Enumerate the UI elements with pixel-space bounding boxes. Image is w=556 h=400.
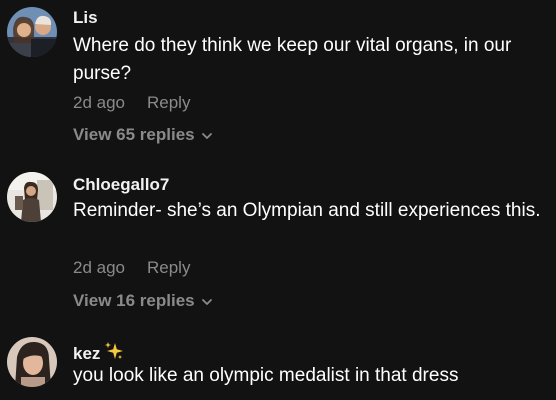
comment-text: Where do they think we keep our vital or… <box>73 35 512 84</box>
chevron-down-icon <box>201 298 212 305</box>
comment-meta: 2d ago Reply <box>73 258 190 278</box>
view-replies-button[interactable]: View 65 replies <box>73 125 214 145</box>
avatar[interactable] <box>7 7 57 57</box>
avatar[interactable] <box>7 172 57 222</box>
comment-text: Reminder- she’s an Olympian and still ex… <box>73 200 541 221</box>
comment-username-label: kez <box>73 344 101 363</box>
comment-time: 2d ago <box>73 93 125 112</box>
avatar-photo-icon <box>7 172 57 222</box>
view-replies-button[interactable]: View 16 replies <box>73 291 214 311</box>
reply-button[interactable]: Reply <box>147 93 190 112</box>
view-replies-label: View 16 replies <box>73 291 195 310</box>
view-replies-label: View 65 replies <box>73 125 195 144</box>
comment-username[interactable]: Lis <box>73 8 98 28</box>
avatar-photo-icon <box>7 7 57 57</box>
sparkles-icon <box>105 342 124 359</box>
comment-time: 2d ago <box>73 258 125 277</box>
comment-username[interactable]: Chloegallo7 <box>73 175 169 195</box>
avatar[interactable] <box>7 337 57 387</box>
comment-username[interactable]: kez <box>73 341 124 364</box>
comment-text: you look like an olympic medalist in tha… <box>73 365 459 386</box>
comment-meta: 2d ago Reply <box>73 93 190 113</box>
chevron-down-icon <box>201 132 212 139</box>
reply-button[interactable]: Reply <box>147 258 190 277</box>
avatar-photo-icon <box>7 337 57 387</box>
